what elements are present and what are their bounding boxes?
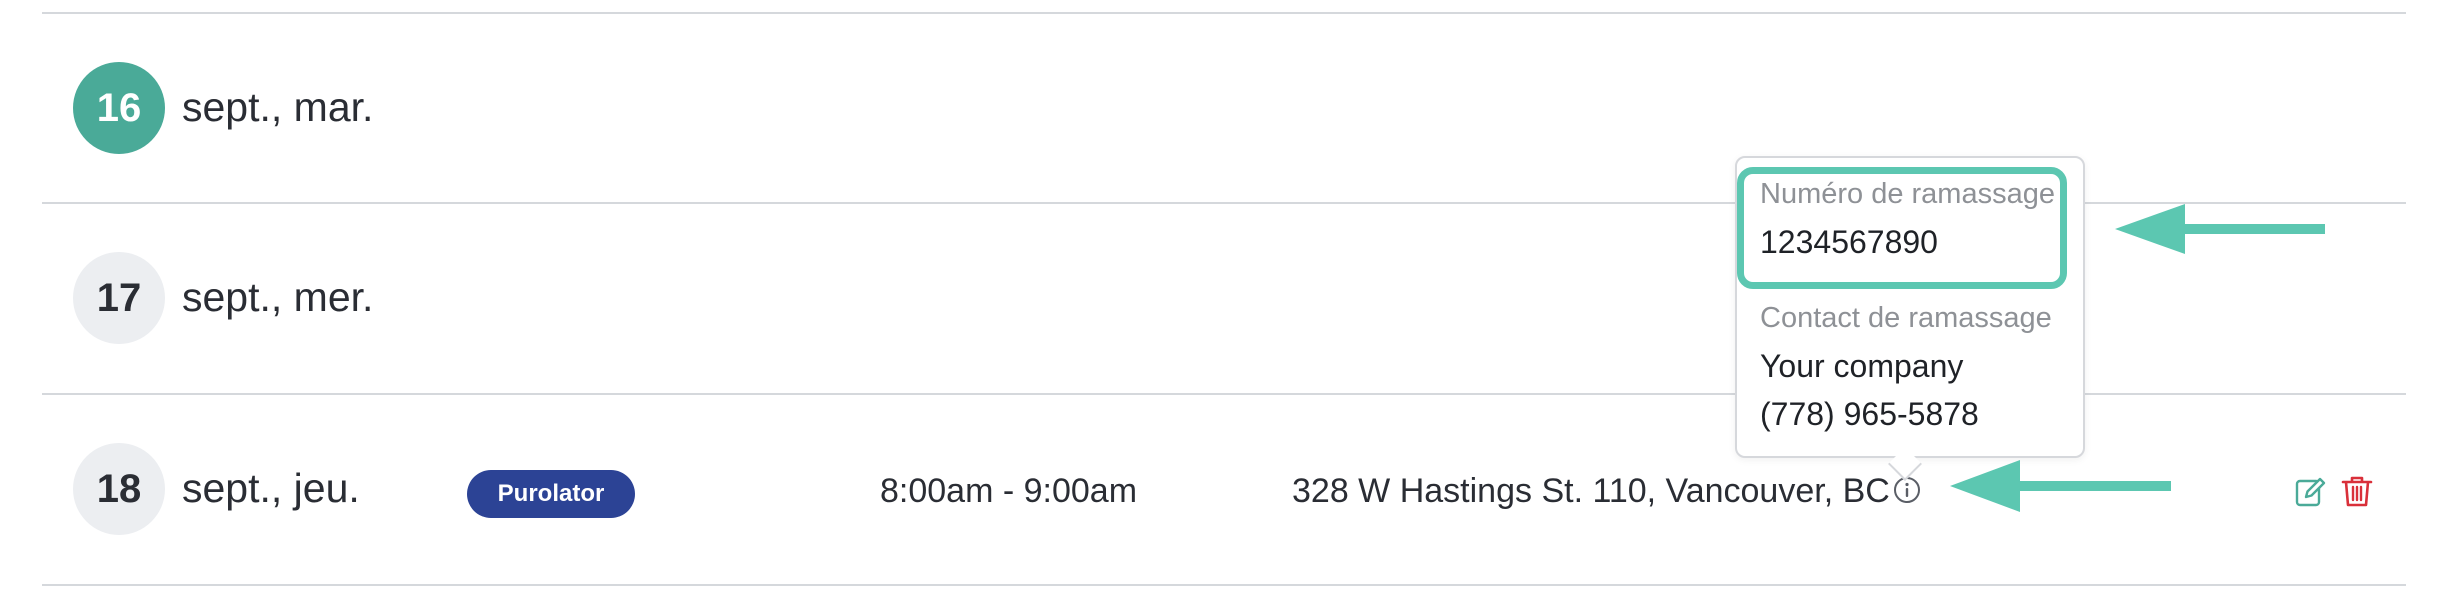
date-label: sept., jeu. xyxy=(182,465,360,511)
pickup-time-window: 8:00am - 9:00am xyxy=(880,472,1138,510)
annotation-arrow-icon xyxy=(1950,460,2171,512)
date-label: sept., mer. xyxy=(182,274,374,320)
date-badge: 17 xyxy=(73,252,165,344)
annotation-highlight xyxy=(1737,167,2067,289)
carrier-badge: Purolator xyxy=(467,470,635,518)
annotation-arrow-icon xyxy=(2115,204,2325,254)
edit-icon[interactable] xyxy=(2294,476,2326,508)
date-badge: 16 xyxy=(73,62,165,154)
trash-icon[interactable] xyxy=(2340,474,2374,508)
date-label: sept., mar. xyxy=(182,84,374,130)
pickup-address: 328 W Hastings St. 110, Vancouver, BC xyxy=(1292,472,1890,510)
date-badge: 18 xyxy=(73,443,165,535)
pickup-contact-phone: (778) 965-5878 xyxy=(1760,396,1979,432)
info-icon[interactable] xyxy=(1893,476,1921,504)
row-divider xyxy=(42,12,2406,14)
row-divider xyxy=(42,584,2406,586)
pickup-contact-company: Your company xyxy=(1760,348,1964,384)
pickup-schedule: 16 sept., mar. 17 sept., mer. 18 sept., … xyxy=(0,0,2446,602)
pickup-contact-label: Contact de ramassage xyxy=(1760,302,2052,334)
